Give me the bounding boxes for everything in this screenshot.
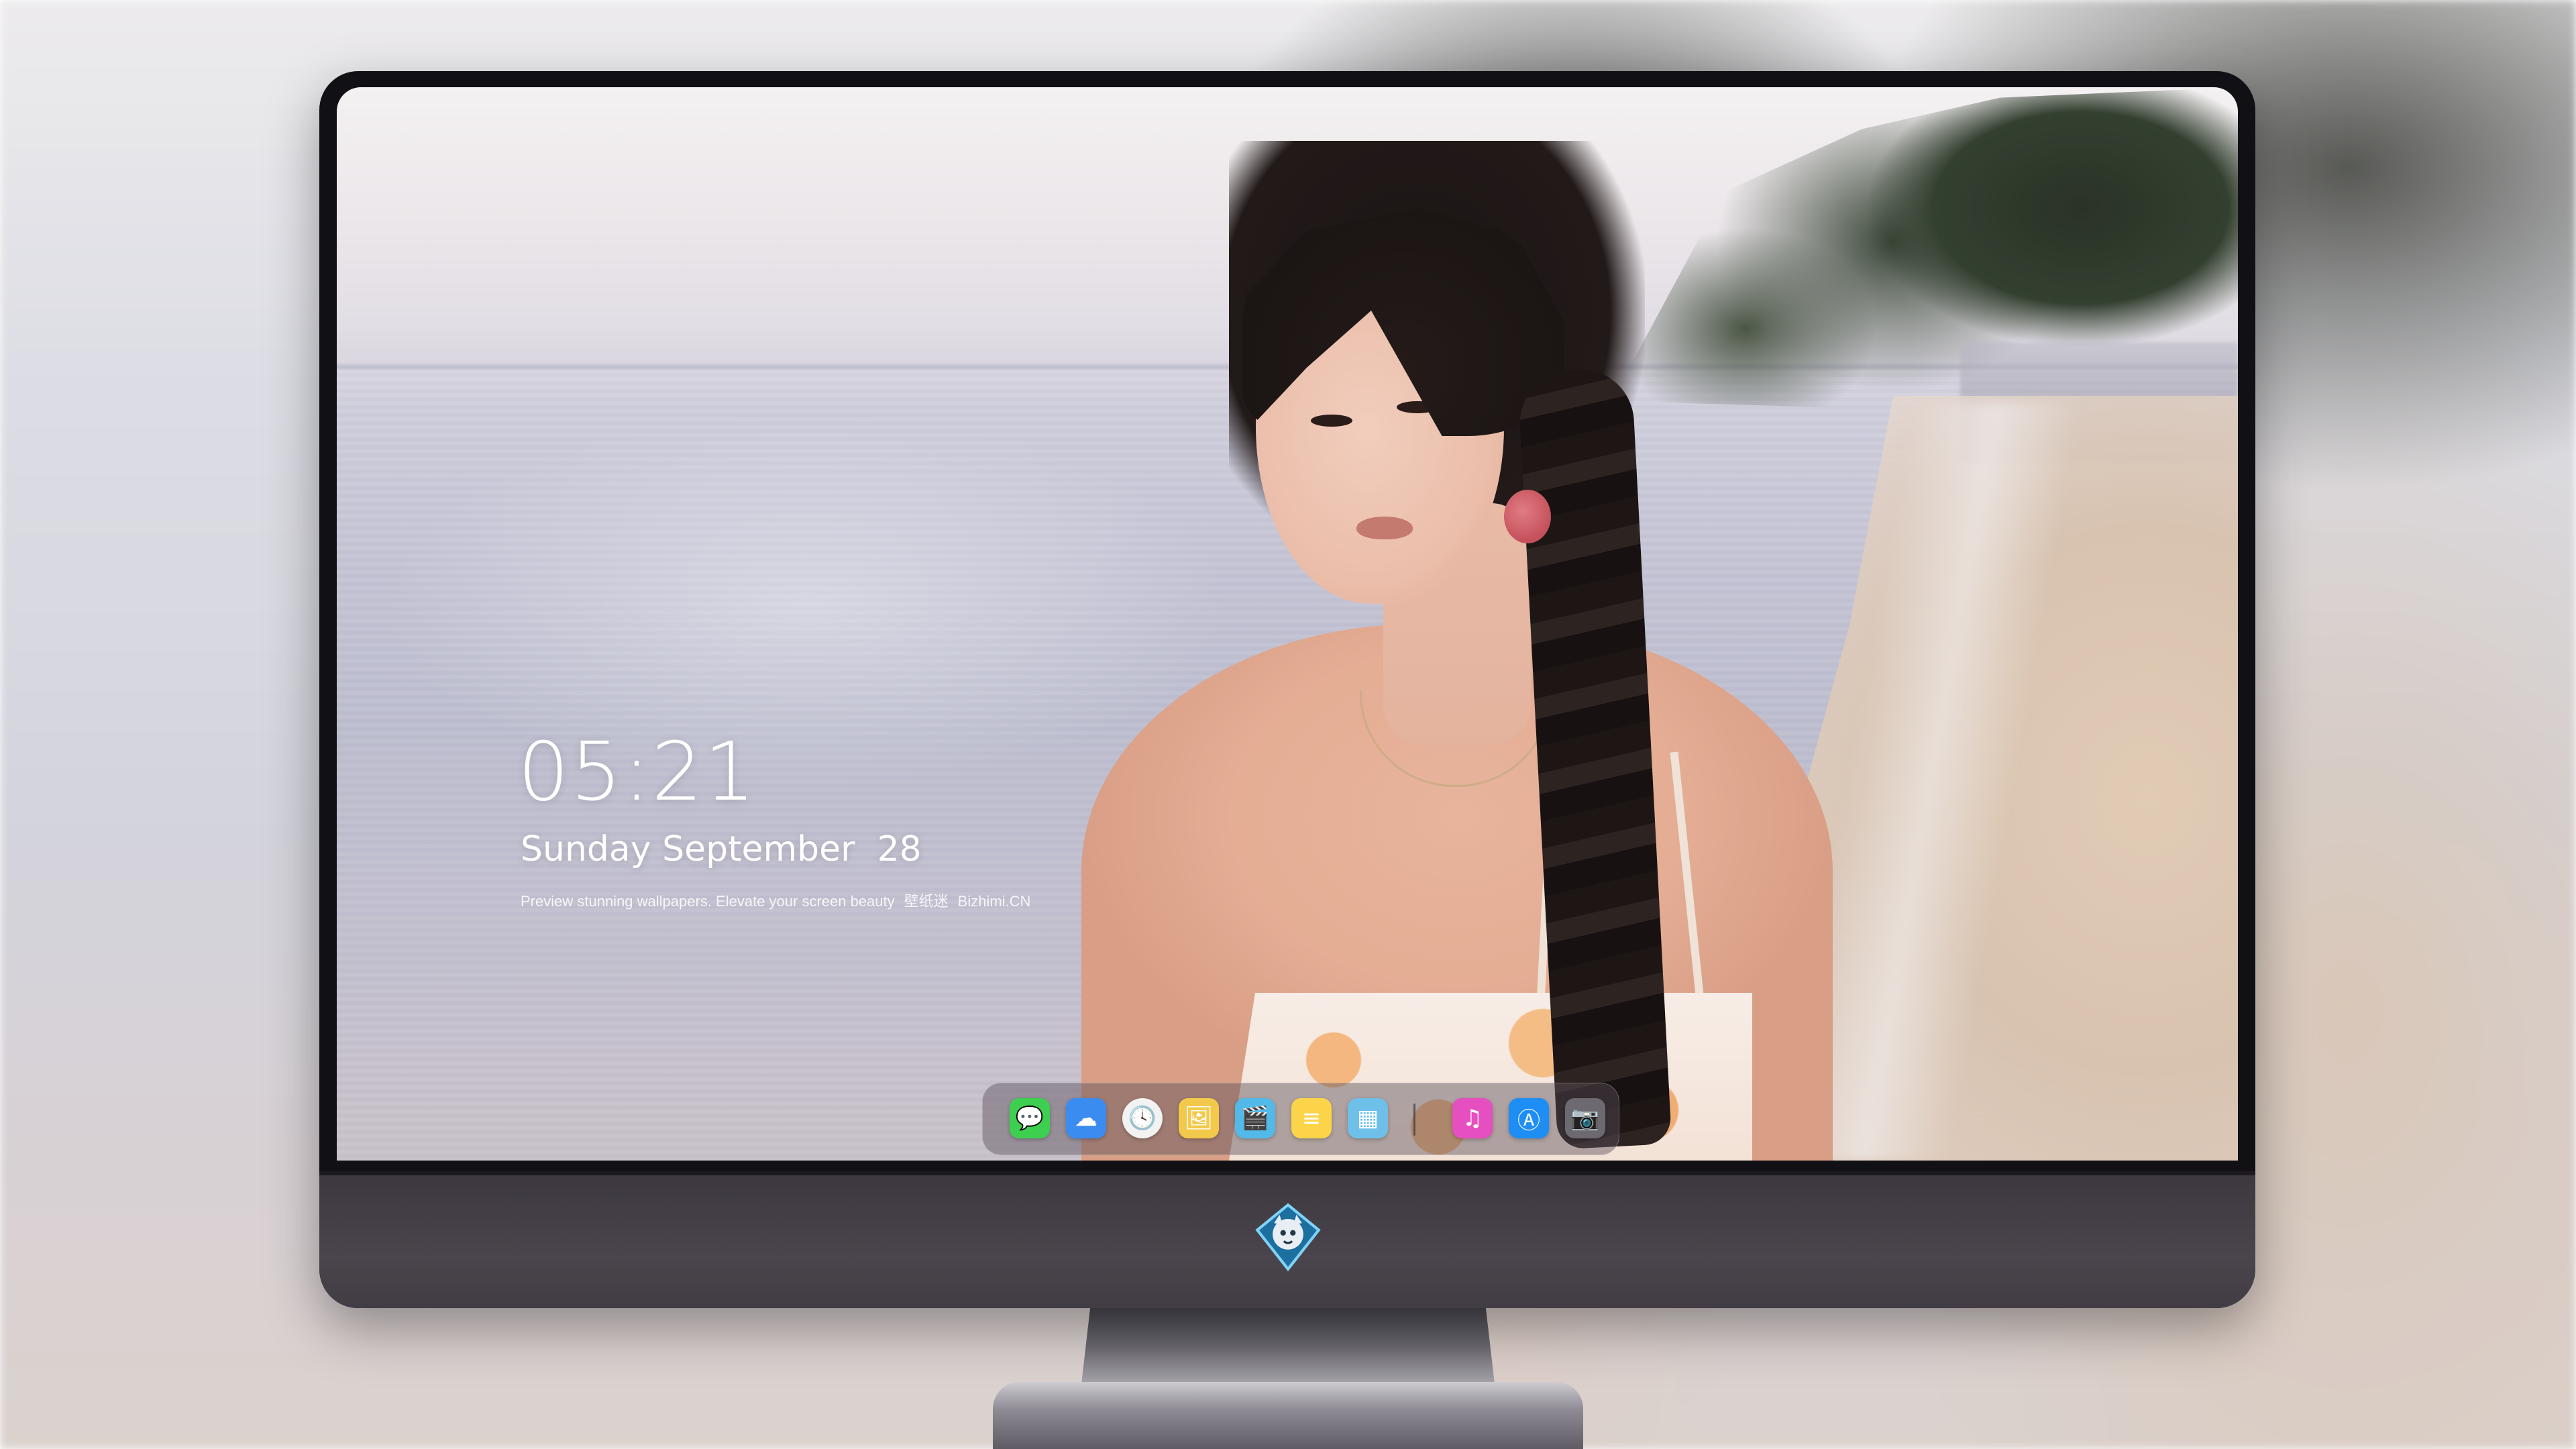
app-store-icon[interactable]: Ⓐ bbox=[1509, 1098, 1549, 1138]
clapperboard-icon[interactable]: 🎬 bbox=[1235, 1098, 1275, 1138]
tagline-brand-url: Bizhimi.CN bbox=[957, 893, 1031, 910]
clock-icon[interactable]: 🕓 bbox=[1122, 1098, 1163, 1138]
camera-icon[interactable]: 📷 bbox=[1565, 1098, 1605, 1138]
monitor-chin bbox=[319, 1171, 2255, 1308]
notes-icon[interactable]: ≡ bbox=[1291, 1098, 1332, 1138]
preview-icon[interactable]: 🖼 bbox=[1179, 1098, 1219, 1138]
tagline-text: Preview stunning wallpapers. Elevate you… bbox=[521, 893, 895, 910]
screen: 05:21 Sunday September 28 Preview stunni… bbox=[337, 87, 2238, 1161]
monitor: 05:21 Sunday September 28 Preview stunni… bbox=[319, 71, 2255, 1308]
brand-logo-icon bbox=[1255, 1203, 1321, 1272]
dock-separator bbox=[1413, 1104, 1415, 1136]
photos-icon[interactable]: ▦ bbox=[1348, 1098, 1388, 1138]
message-bubble-icon[interactable]: 💬 bbox=[1010, 1098, 1050, 1138]
wallpaper-lips bbox=[1356, 517, 1413, 539]
wallpaper-eye-left bbox=[1311, 415, 1352, 427]
lockscreen-date: Sunday September 28 bbox=[521, 829, 922, 869]
lockscreen-tagline: Preview stunning wallpapers. Elevate you… bbox=[521, 890, 1040, 911]
lockscreen-time: 05:21 bbox=[518, 726, 757, 819]
cloud-icon[interactable]: ☁ bbox=[1066, 1098, 1106, 1138]
tagline-brand-cn: 壁纸迷 bbox=[904, 893, 949, 910]
monitor-stand-base bbox=[993, 1382, 1583, 1449]
wallpaper-earring bbox=[1504, 490, 1551, 543]
dock: 💬 ☁ 🕓 🖼 🎬 ≡ ▦ ♫ Ⓐ 📷 bbox=[982, 1083, 1619, 1155]
music-note-icon[interactable]: ♫ bbox=[1452, 1098, 1493, 1138]
